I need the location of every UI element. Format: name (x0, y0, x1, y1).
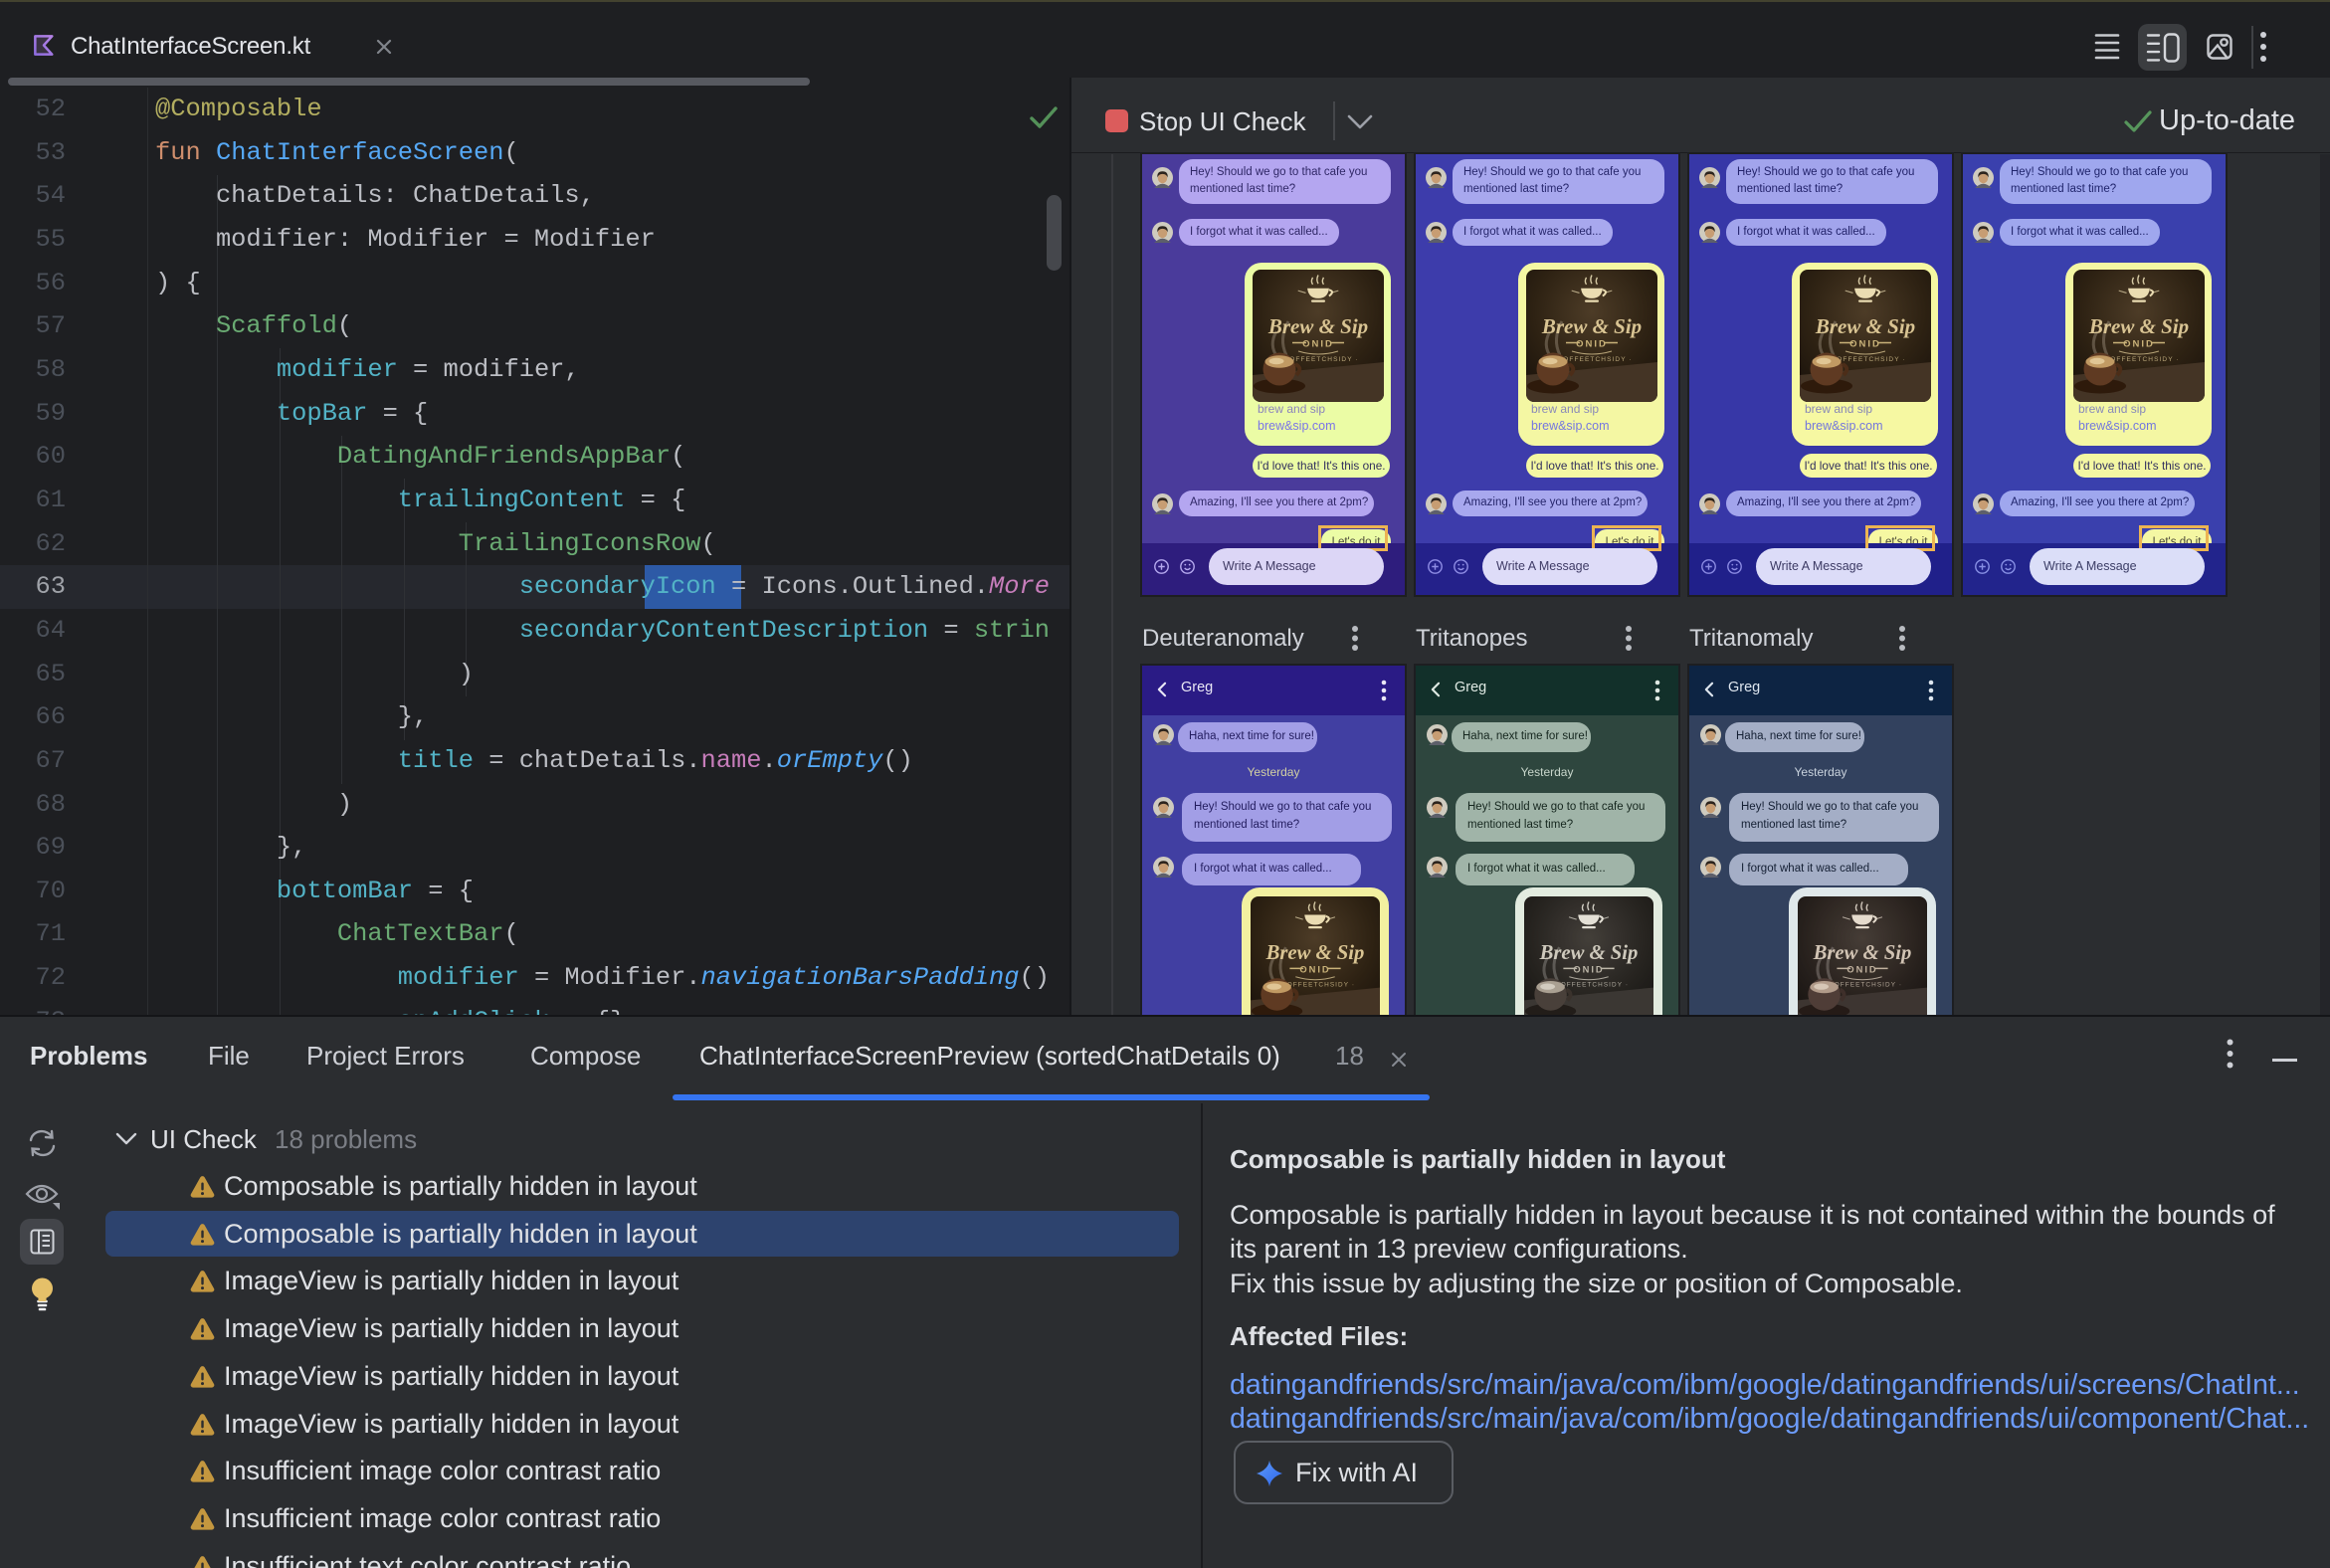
svg-text:Brew & Sip: Brew & Sip (1815, 314, 1915, 338)
svg-text:ONID: ONID (1576, 339, 1608, 350)
svg-text:ONID: ONID (1573, 964, 1604, 974)
svg-text:Brew & Sip: Brew & Sip (1539, 942, 1639, 964)
svg-text:ONID: ONID (2123, 339, 2155, 350)
svg-text:Brew & Sip: Brew & Sip (1541, 314, 1642, 338)
svg-text:ONID: ONID (1299, 964, 1330, 974)
svg-text:Brew & Sip: Brew & Sip (1813, 942, 1912, 964)
svg-text:Brew & Sip: Brew & Sip (1267, 314, 1368, 338)
svg-text:Brew & Sip: Brew & Sip (2088, 314, 2189, 338)
svg-text:Brew & Sip: Brew & Sip (1265, 942, 1365, 964)
svg-text:ONID: ONID (1846, 964, 1877, 974)
svg-text:ONID: ONID (1302, 339, 1334, 350)
svg-text:ONID: ONID (1849, 339, 1881, 350)
